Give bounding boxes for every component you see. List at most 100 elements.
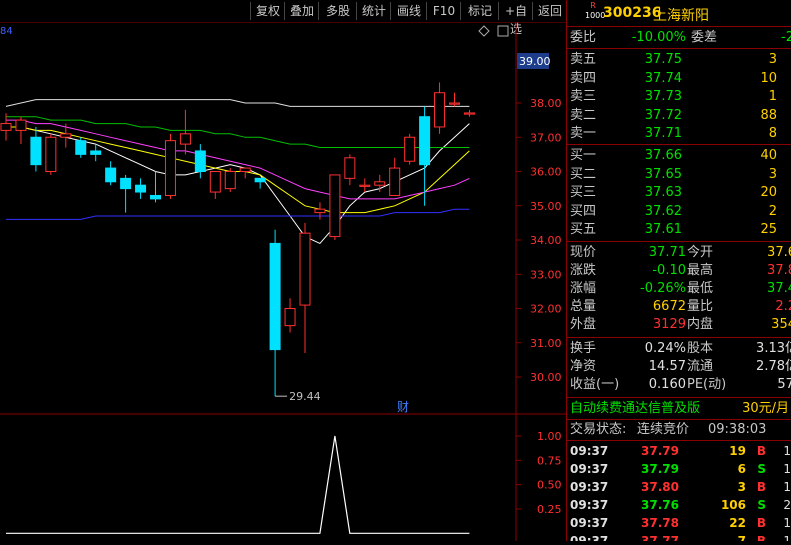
quote-label: 涨跌: [570, 263, 597, 278]
candle: [75, 137, 87, 158]
diamond-icon[interactable]: [478, 25, 490, 37]
quote-value: -0.26%: [640, 281, 686, 296]
toolbar-btn-0[interactable]: 复权: [250, 2, 285, 20]
trade-volume: 3: [737, 480, 746, 494]
ma-line-5: [6, 208, 470, 220]
kline-chart-area[interactable]: 84 29.44 财 39.00 38.00 37.00 36.00 35.00 34.00…: [0, 21, 566, 541]
trade-status-time: 09:38:03: [708, 422, 767, 437]
quote-value-2: 37.8: [767, 263, 791, 278]
bid-label: 买三: [570, 185, 597, 200]
bid-price: 37.63: [644, 185, 682, 200]
quote-label-2: 最低: [687, 281, 714, 296]
trade-row: 09:37 37.78 22 B 1: [567, 514, 791, 532]
bid-row: 买二 37.65 3: [567, 166, 791, 184]
ma-line-4: [5, 99, 470, 107]
ask-price: 37.72: [644, 107, 682, 123]
bid-price: 37.62: [644, 203, 682, 219]
toolbar-btn-7[interactable]: +自选: [498, 2, 533, 36]
trade-price: 37.77: [641, 534, 679, 541]
quote-label-2: 量比: [687, 299, 714, 314]
r-badge-icon: R 1000: [585, 1, 606, 20]
bid-volume: 40: [760, 148, 777, 163]
ask-row: 卖一 37.71 8: [567, 125, 791, 143]
toolbar-btn-6[interactable]: 标记: [460, 2, 499, 20]
quote-value: 6672: [652, 299, 686, 314]
finance-label-2: 流通: [687, 359, 714, 374]
trade-time: 09:37: [570, 516, 609, 530]
ad-banner[interactable]: 自动续费通达信普及版 30元/月: [567, 400, 791, 418]
trade-side: S: [757, 498, 766, 512]
toolbar-btn-1[interactable]: 叠加: [284, 2, 319, 20]
toolbar-btn-3[interactable]: 统计: [356, 2, 391, 20]
trade-volume: 7: [737, 534, 746, 541]
quote-row: 涨跌 -0.10最高 37.8: [567, 262, 791, 280]
candle: [120, 174, 132, 213]
trade-status-row: 交易状态: 连续竞价 09:38:03: [567, 421, 791, 439]
square-icon[interactable]: [497, 25, 509, 37]
price-tick: 35.00: [530, 200, 562, 213]
trade-row: 09:37 37.79 19 B 1: [567, 442, 791, 460]
trade-count: 1: [783, 480, 791, 494]
candle: [0, 113, 12, 141]
trade-price: 37.76: [641, 498, 679, 512]
ask-row: 卖三 37.73 1: [567, 88, 791, 106]
bid-label: 买四: [570, 203, 597, 219]
bid-price: 37.65: [644, 166, 682, 182]
bid-row: 买三 37.63 20: [567, 184, 791, 202]
ad-text[interactable]: 自动续费通达信普及版: [570, 400, 700, 418]
finance-row: 净资 14.57流通 2.78亿: [567, 358, 791, 376]
trade-volume: 6: [737, 462, 746, 476]
trade-count: 1: [783, 534, 791, 541]
indicator-tick: 0.50: [537, 479, 562, 492]
ask-volume: 8: [768, 126, 777, 141]
ask-label: 卖三: [570, 89, 597, 104]
finance-label-2: PE(动): [687, 377, 727, 392]
candle: [239, 167, 251, 179]
wc-value: -2: [781, 30, 791, 45]
toolbar-btn-2[interactable]: 多股: [318, 2, 357, 20]
trade-row: 09:37 37.80 3 B 1: [567, 478, 791, 496]
quote-row: 外盘 3129内盘 354: [567, 316, 791, 334]
ad-price[interactable]: 30元/月: [742, 400, 789, 418]
price-tick: 34.00: [530, 234, 562, 247]
candle: [224, 168, 236, 193]
wb-label: 委比: [570, 30, 597, 45]
order-ratio-row: 委比 -10.00% 委差 -2: [567, 29, 791, 47]
trade-count: 1: [783, 516, 791, 530]
quote-label-2: 最高: [687, 263, 714, 278]
toolbar-btn-8[interactable]: 返回: [532, 2, 567, 20]
candle: [434, 82, 446, 134]
candle: [344, 154, 356, 186]
toolbar-btn-4[interactable]: 画线: [390, 2, 427, 20]
price-tick: 33.00: [530, 268, 562, 281]
candle: [404, 133, 416, 165]
trade-count: 1: [783, 462, 791, 476]
bid-row: 买五 37.61 25: [567, 221, 791, 239]
quote-value-2: 2.2: [775, 299, 791, 314]
trade-volume: 22: [729, 516, 746, 530]
ask-label: 卖五: [570, 52, 597, 67]
quote-label: 总量: [570, 299, 597, 314]
trade-time: 09:37: [570, 534, 609, 541]
ask-label: 卖一: [570, 126, 597, 141]
low-price-label: 29.44: [289, 390, 321, 403]
candle: [299, 222, 311, 354]
trade-side: B: [756, 444, 766, 458]
trade-time: 09:37: [570, 498, 609, 512]
trade-side: S: [757, 462, 766, 476]
finance-value-2: 2.78亿: [756, 359, 791, 374]
price-tick: 32.00: [530, 303, 562, 316]
kline-chart[interactable]: 84 29.44 财 39.00 38.00 37.00 36.00 35.00 34.00…: [0, 21, 566, 541]
ask-row: 卖四 37.74 10: [567, 70, 791, 88]
finance-value-2: 57.: [777, 377, 791, 392]
ask-row: 卖二 37.72 88: [567, 107, 791, 125]
quote-label-2: 今开: [687, 245, 714, 260]
finance-marker[interactable]: 财: [397, 400, 409, 414]
trade-time: 09:37: [570, 462, 609, 476]
toolbar-btn-5[interactable]: F10: [426, 2, 461, 20]
trade-volume: 106: [720, 498, 746, 512]
trade-side: B: [756, 516, 766, 530]
trade-price: 37.79: [641, 462, 679, 476]
trade-row: 09:37 37.76 106 S 2: [567, 496, 791, 514]
candle: [45, 133, 57, 175]
